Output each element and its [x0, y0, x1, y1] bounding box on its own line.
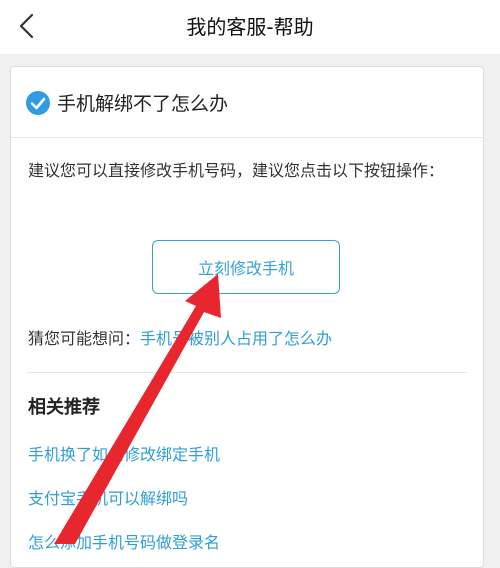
modify-phone-button[interactable]: 立刻修改手机: [152, 240, 340, 294]
related-link[interactable]: 支付宝手机可以解绑吗: [28, 485, 188, 509]
divider: [27, 372, 467, 373]
guess-link[interactable]: 手机号被别人占用了怎么办: [140, 329, 332, 348]
help-card: 手机解绑不了怎么办 建议您可以直接修改手机号码，建议您点击以下按钮操作： 立刻修…: [10, 66, 484, 568]
header-bar: 我的客服-帮助: [0, 0, 500, 54]
advice-text: 建议您可以直接修改手机号码，建议您点击以下按钮操作：: [28, 161, 445, 180]
check-circle-icon: [26, 91, 50, 115]
related-heading: 相关推荐: [28, 397, 100, 418]
guess-row: 猜您可能想问：手机号被别人占用了怎么办: [28, 326, 332, 352]
related-link[interactable]: 怎么添加手机号码做登录名: [28, 529, 220, 553]
divider: [11, 137, 483, 138]
guess-label: 猜您可能想问：: [28, 329, 141, 348]
page-title: 我的客服-帮助: [186, 15, 314, 39]
question-title: 手机解绑不了怎么办: [57, 93, 229, 115]
related-link[interactable]: 手机换了如何修改绑定手机: [28, 441, 220, 465]
